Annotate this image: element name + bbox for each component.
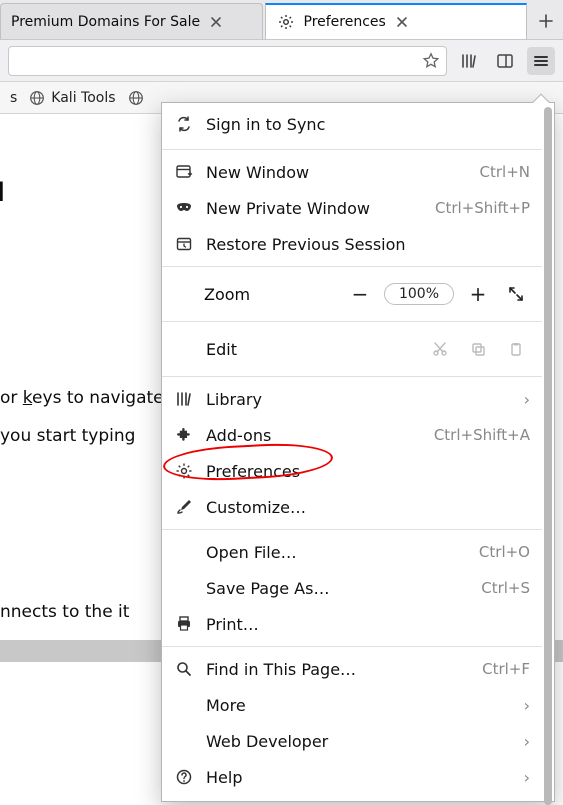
hamburger-menu-button[interactable]: [527, 47, 555, 75]
paste-button[interactable]: [502, 335, 530, 363]
chevron-right-icon: ›: [524, 696, 530, 715]
tab-title: Preferences: [304, 14, 386, 30]
search-icon: [174, 659, 194, 679]
menu-shortcut: Ctrl+Shift+P: [435, 199, 530, 217]
menu-new-window[interactable]: New Window Ctrl+N: [162, 154, 542, 190]
menu-separator: [162, 149, 542, 150]
puzzle-icon: [174, 425, 194, 445]
zoom-label: Zoom: [204, 285, 336, 304]
menu-separator: [162, 266, 542, 267]
menu-separator: [162, 646, 542, 647]
menu-customize[interactable]: Customize…: [162, 489, 542, 525]
cut-button[interactable]: [426, 335, 454, 363]
new-window-icon: [174, 162, 194, 182]
close-icon[interactable]: [394, 14, 410, 30]
menu-label: Library: [206, 390, 512, 409]
menu-label: Open File…: [206, 543, 467, 562]
menu-label: New Private Window: [206, 199, 423, 218]
bookmark-item-kali-tools[interactable]: Kali Tools: [29, 90, 115, 106]
zoom-out-button[interactable]: −: [346, 280, 374, 308]
help-icon: [174, 767, 194, 787]
menu-label: New Window: [206, 163, 468, 182]
fullscreen-button[interactable]: [502, 280, 530, 308]
menu-shortcut: Ctrl+O: [479, 543, 530, 561]
menu-preferences[interactable]: Preferences: [162, 453, 542, 489]
sidebar-icon[interactable]: [491, 47, 519, 75]
mask-icon: [174, 198, 194, 218]
menu-open-file[interactable]: Open File… Ctrl+O: [162, 534, 542, 570]
menu-shortcut: Ctrl+N: [480, 163, 530, 181]
menu-label: Restore Previous Session: [206, 235, 530, 254]
close-icon[interactable]: [208, 14, 224, 30]
star-icon[interactable]: [422, 52, 440, 70]
menu-label: Web Developer: [206, 732, 512, 751]
paintbrush-icon: [174, 497, 194, 517]
menu-shortcut: Ctrl+S: [481, 579, 530, 597]
edit-label: Edit: [206, 340, 416, 359]
gear-icon: [276, 12, 296, 32]
tab-title: Premium Domains For Sale: [11, 14, 200, 30]
library-icon: [174, 389, 194, 409]
chevron-right-icon: ›: [524, 390, 530, 409]
url-bar[interactable]: [8, 46, 447, 76]
menu-label: Sign in to Sync: [206, 115, 530, 134]
bookmark-item-truncated[interactable]: s: [10, 90, 17, 106]
tab-preferences[interactable]: Preferences: [265, 3, 528, 39]
menu-edit-row: Edit: [162, 326, 542, 372]
menu-save-page[interactable]: Save Page As… Ctrl+S: [162, 570, 542, 606]
menu-web-developer[interactable]: Web Developer ›: [162, 723, 542, 759]
tab-premium-domains[interactable]: Premium Domains For Sale: [0, 3, 263, 39]
menu-restore-session[interactable]: Restore Previous Session: [162, 226, 542, 262]
popup-scrollbar[interactable]: [542, 103, 554, 801]
printer-icon: [174, 614, 194, 634]
menu-find[interactable]: Find in This Page… Ctrl+F: [162, 651, 542, 687]
menu-addons[interactable]: Add-ons Ctrl+Shift+A: [162, 417, 542, 453]
menu-label: Find in This Page…: [206, 660, 470, 679]
toolbar: [0, 40, 563, 82]
menu-label: Print…: [206, 615, 530, 634]
copy-button[interactable]: [464, 335, 492, 363]
gear-icon: [174, 461, 194, 481]
menu-shortcut: Ctrl+F: [482, 660, 530, 678]
menu-label: Add-ons: [206, 426, 422, 445]
new-tab-button[interactable]: [529, 3, 563, 39]
menu-label: More: [206, 696, 512, 715]
menu-new-private-window[interactable]: New Private Window Ctrl+Shift+P: [162, 190, 542, 226]
menu-label: Preferences: [206, 462, 530, 481]
restore-icon: [174, 234, 194, 254]
menu-zoom-row: Zoom − 100% +: [162, 271, 542, 317]
sync-icon: [174, 114, 194, 134]
menu-label: Customize…: [206, 498, 530, 517]
menu-shortcut: Ctrl+Shift+A: [434, 426, 530, 444]
zoom-percent[interactable]: 100%: [384, 283, 454, 305]
menu-library[interactable]: Library ›: [162, 381, 542, 417]
menu-separator: [162, 376, 542, 377]
chevron-right-icon: ›: [524, 768, 530, 787]
chevron-right-icon: ›: [524, 732, 530, 751]
menu-more[interactable]: More ›: [162, 687, 542, 723]
menu-separator: [162, 321, 542, 322]
menu-label: Help: [206, 768, 512, 787]
bookmark-label: Kali Tools: [51, 90, 115, 106]
zoom-in-button[interactable]: +: [464, 280, 492, 308]
menu-separator: [162, 529, 542, 530]
app-menu-popup: Sign in to Sync New Window Ctrl+N New Pr…: [161, 102, 555, 802]
library-icon[interactable]: [455, 47, 483, 75]
tab-bar: Premium Domains For Sale Preferences: [0, 0, 563, 40]
menu-sign-in-sync[interactable]: Sign in to Sync: [162, 103, 542, 145]
globe-icon[interactable]: [128, 90, 144, 106]
menu-print[interactable]: Print…: [162, 606, 542, 642]
menu-label: Save Page As…: [206, 579, 469, 598]
